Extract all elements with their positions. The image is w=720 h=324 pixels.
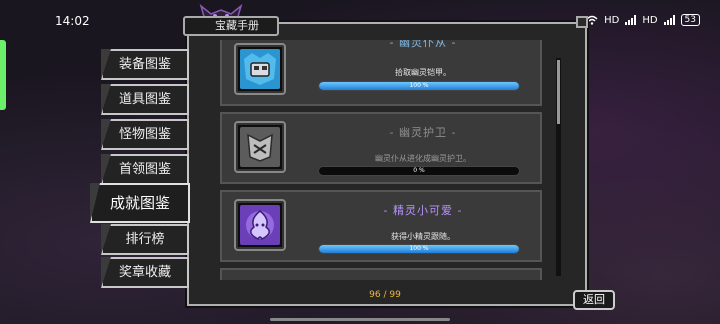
ghost-guard-icon <box>234 121 286 173</box>
tab-label: 成就图鉴 <box>109 194 170 212</box>
scrollbar-thumb[interactable] <box>557 60 560 124</box>
tab-medal-collection[interactable]: 奖章收藏 <box>101 257 189 288</box>
close-button[interactable] <box>576 16 588 28</box>
clock: 14:02 <box>55 14 90 28</box>
panel-title-text: 宝藏手册 <box>215 19 259 32</box>
tab-achievement-codex[interactable]: 成就图鉴 <box>90 183 190 223</box>
progress-bar: 0 % <box>318 166 520 176</box>
battery-icon: 53 <box>680 14 700 26</box>
back-button-label: 返回 <box>583 293 605 306</box>
little-spirit-icon <box>234 199 286 251</box>
achievement-list[interactable]: - 幽灵仆从 - 拾取幽灵铠甲。 100 % - 幽灵护卫 - 幽灵仆从进化成幽… <box>205 40 552 280</box>
achievement-description: 幽灵仆从进化成幽灵护卫。 <box>375 154 471 163</box>
achievement-item[interactable]: - 精灵小可爱 - 获得小精灵跟随。 100 % <box>220 190 542 262</box>
progress-label: 100 % <box>409 245 429 252</box>
tab-label: 装备图鉴 <box>118 57 171 72</box>
progress-bar: 100 % <box>318 244 520 254</box>
tab-equipment-codex[interactable]: 装备图鉴 <box>101 49 189 80</box>
achievement-name: - 幽灵护卫 - <box>389 126 457 139</box>
tab-label: 首领图鉴 <box>118 162 171 177</box>
progress-label: 100 % <box>409 82 429 89</box>
panel-title: 宝藏手册 <box>183 16 279 36</box>
tab-label: 排行榜 <box>125 232 165 247</box>
tab-label: 道具图鉴 <box>118 92 171 107</box>
achievement-description: 获得小精灵跟随。 <box>391 232 455 241</box>
achievement-item[interactable] <box>220 268 542 280</box>
game-screen: 14:02 HD HD 53 宝藏手册 - 幽灵仆从 - 拾取幽灵铠甲。 100… <box>0 0 720 324</box>
achievement-name: - 精灵小可爱 - <box>383 204 463 217</box>
network-type-2: HD <box>642 14 658 26</box>
signal-icon <box>625 15 637 25</box>
edge-accent <box>0 40 6 110</box>
back-button[interactable]: 返回 <box>573 290 615 310</box>
achievement-name: - 幽灵仆从 - <box>389 40 457 49</box>
collection-counter: 96 / 99 <box>369 290 401 300</box>
progress-bar: 100 % <box>318 81 520 91</box>
signal-icon-2 <box>663 15 675 25</box>
achievement-item[interactable]: - 幽灵仆从 - 拾取幽灵铠甲。 100 % <box>220 40 542 106</box>
achievement-description: 拾取幽灵铠甲。 <box>395 68 451 77</box>
tab-label: 奖章收藏 <box>118 265 171 280</box>
tab-item-codex[interactable]: 道具图鉴 <box>101 84 189 115</box>
network-type-1: HD <box>604 14 620 26</box>
tab-monster-codex[interactable]: 怪物图鉴 <box>101 119 189 150</box>
progress-label: 0 % <box>413 167 425 174</box>
tab-boss-codex[interactable]: 首领图鉴 <box>101 154 189 185</box>
achievement-item[interactable]: - 幽灵护卫 - 幽灵仆从进化成幽灵护卫。 0 % <box>220 112 542 184</box>
tab-label: 怪物图鉴 <box>118 127 171 142</box>
home-indicator[interactable] <box>270 318 450 321</box>
ghost-armor-icon <box>234 43 286 95</box>
tab-leaderboard[interactable]: 排行榜 <box>101 224 189 255</box>
system-icons: HD HD 53 <box>586 14 700 26</box>
